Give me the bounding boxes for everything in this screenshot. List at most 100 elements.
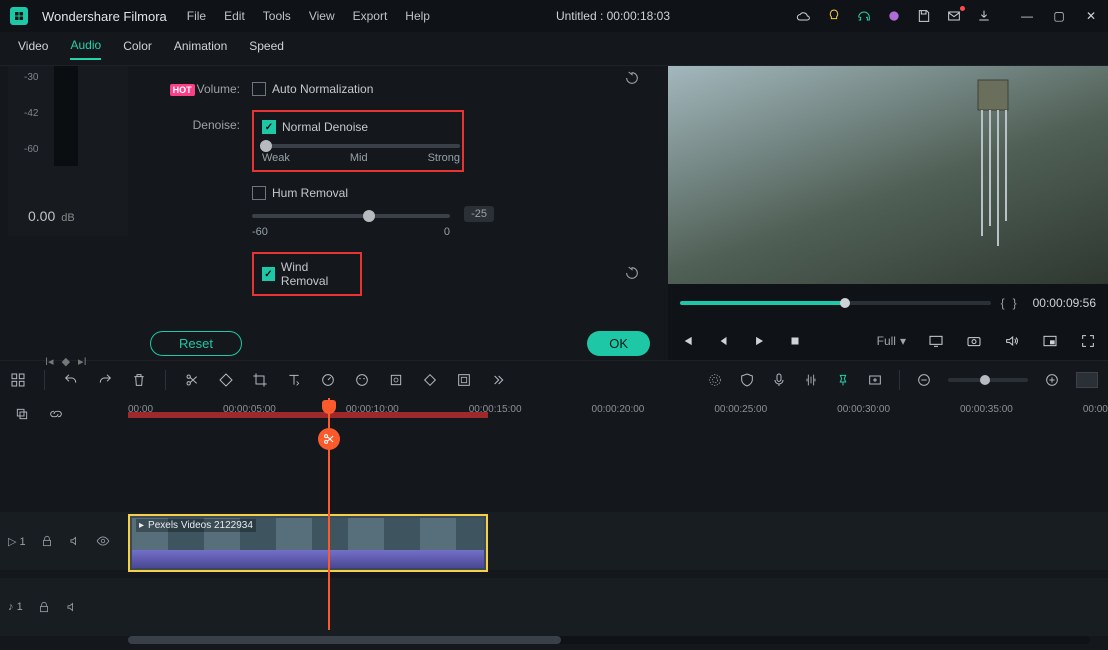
audio-track-mute-icon[interactable] xyxy=(65,600,79,614)
hum-slider[interactable]: -25 xyxy=(252,214,450,218)
track-visibility-icon[interactable] xyxy=(96,534,110,548)
timeline-scrollbar-thumb[interactable] xyxy=(128,636,561,644)
add-marker-icon[interactable] xyxy=(867,372,883,388)
shield-icon[interactable] xyxy=(739,372,755,388)
menu-export[interactable]: Export xyxy=(353,9,388,23)
mail-icon[interactable] xyxy=(946,8,962,24)
zoom-in-icon[interactable] xyxy=(1044,372,1060,388)
video-clip[interactable]: ▸Pexels Videos 2122934 xyxy=(128,514,488,572)
video-track-icon[interactable]: ▷ 1 xyxy=(8,535,26,548)
denoise-reset-icon[interactable] xyxy=(624,70,640,89)
audio-track-lock-icon[interactable] xyxy=(37,600,51,614)
minimize-button[interactable]: — xyxy=(1020,9,1034,23)
timeline-scrollbar[interactable] xyxy=(128,636,1090,644)
tab-animation[interactable]: Animation xyxy=(174,39,227,59)
mic-icon[interactable] xyxy=(771,372,787,388)
menu-tools[interactable]: Tools xyxy=(263,9,291,23)
redo-icon[interactable] xyxy=(97,372,113,388)
reset-button[interactable]: Reset xyxy=(150,331,242,356)
wind-removal-label: Wind Removal xyxy=(281,260,352,288)
normal-denoise-label: Normal Denoise xyxy=(282,120,368,134)
play-icon[interactable] xyxy=(752,334,766,348)
zoom-slider-thumb[interactable] xyxy=(980,375,990,385)
undo-icon[interactable] xyxy=(63,372,79,388)
zoom-slider[interactable] xyxy=(948,378,1028,382)
save-icon[interactable] xyxy=(916,8,932,24)
playhead[interactable] xyxy=(328,398,330,630)
detach-icon[interactable] xyxy=(456,372,472,388)
orb-icon[interactable] xyxy=(886,8,902,24)
denoise-label: Denoise: xyxy=(160,118,240,132)
auto-normalization-checkbox[interactable] xyxy=(252,82,266,96)
text-icon[interactable] xyxy=(286,372,302,388)
wind-removal-checkbox[interactable] xyxy=(262,267,275,281)
hum-removal-checkbox[interactable] xyxy=(252,186,266,200)
split-icon[interactable] xyxy=(184,372,200,388)
download-icon[interactable] xyxy=(976,8,992,24)
preview-progress[interactable] xyxy=(680,301,991,305)
headphones-icon[interactable] xyxy=(856,8,872,24)
menu-view[interactable]: View xyxy=(309,9,335,23)
stop-icon[interactable] xyxy=(788,334,802,348)
title-bar-icons xyxy=(796,8,992,24)
ok-button[interactable]: OK xyxy=(587,331,650,356)
timeline-overview[interactable] xyxy=(1076,372,1098,388)
volume-label: Volume: xyxy=(197,82,240,96)
zoom-out-icon[interactable] xyxy=(916,372,932,388)
keyframe-diamond-icon[interactable]: ◆ xyxy=(62,355,70,368)
denoise-slider[interactable] xyxy=(262,144,460,148)
playhead-split-icon[interactable] xyxy=(318,428,340,450)
meter-value: 0.00 xyxy=(28,208,55,224)
color-icon[interactable] xyxy=(354,372,370,388)
time-ruler[interactable]: 00:00 00:00:05:00 00:00:10:00 00:00:15:0… xyxy=(128,404,1108,430)
playhead-handle[interactable] xyxy=(322,400,336,414)
preview-progress-thumb[interactable] xyxy=(840,298,850,308)
menu-file[interactable]: File xyxy=(187,9,206,23)
wind-reset-icon[interactable] xyxy=(624,265,640,284)
volume-icon[interactable] xyxy=(1004,333,1020,349)
tab-video[interactable]: Video xyxy=(18,39,48,59)
video-preview[interactable] xyxy=(668,66,1108,284)
prev-frame-icon[interactable] xyxy=(716,334,730,348)
fullscreen-icon[interactable] xyxy=(1080,333,1096,349)
tab-audio[interactable]: Audio xyxy=(70,38,101,60)
link-icon[interactable] xyxy=(48,406,64,422)
display-icon[interactable] xyxy=(928,333,944,349)
menu-edit[interactable]: Edit xyxy=(224,9,245,23)
audio-sync-icon[interactable] xyxy=(803,372,819,388)
quality-selector[interactable]: Full▾ xyxy=(877,334,906,348)
greenscreen-icon[interactable] xyxy=(388,372,404,388)
track-lock-icon[interactable] xyxy=(40,534,54,548)
mark-out-icon[interactable]: } xyxy=(1013,296,1017,310)
keyframe-tool-icon[interactable] xyxy=(422,372,438,388)
snapshot-icon[interactable] xyxy=(966,333,982,349)
menu-help[interactable]: Help xyxy=(405,9,430,23)
track-mute-icon[interactable] xyxy=(68,534,82,548)
lightbulb-icon[interactable] xyxy=(826,8,842,24)
prev-keyframe-icon[interactable]: I◂ xyxy=(45,355,54,368)
crop-icon[interactable] xyxy=(252,372,268,388)
delete-icon[interactable] xyxy=(131,372,147,388)
next-keyframe-icon[interactable]: ▸I xyxy=(78,355,87,368)
marker-icon[interactable] xyxy=(835,372,851,388)
step-back-icon[interactable] xyxy=(680,334,694,348)
copy-icon[interactable] xyxy=(14,406,30,422)
audio-meter: -30 -42 -60 0.00 dB xyxy=(8,66,128,236)
mixer-icon[interactable] xyxy=(707,372,723,388)
pip-icon[interactable] xyxy=(1042,333,1058,349)
layout-icon[interactable] xyxy=(10,372,26,388)
denoise-slider-thumb[interactable] xyxy=(260,140,272,152)
tab-speed[interactable]: Speed xyxy=(249,39,284,59)
more-tools-icon[interactable] xyxy=(490,372,506,388)
normal-denoise-checkbox[interactable] xyxy=(262,120,276,134)
close-button[interactable]: ✕ xyxy=(1084,9,1098,23)
maximize-button[interactable]: ▢ xyxy=(1052,9,1066,23)
hum-slider-thumb[interactable] xyxy=(363,210,375,222)
mark-in-icon[interactable]: { xyxy=(1001,296,1005,310)
cloud-icon[interactable] xyxy=(796,8,812,24)
tab-color[interactable]: Color xyxy=(123,39,152,59)
speed-icon[interactable] xyxy=(320,372,336,388)
tag-icon[interactable] xyxy=(218,372,234,388)
audio-track-icon[interactable]: ♪ 1 xyxy=(8,601,23,613)
audio-track-lane[interactable]: ♪ 1 xyxy=(0,578,1108,636)
